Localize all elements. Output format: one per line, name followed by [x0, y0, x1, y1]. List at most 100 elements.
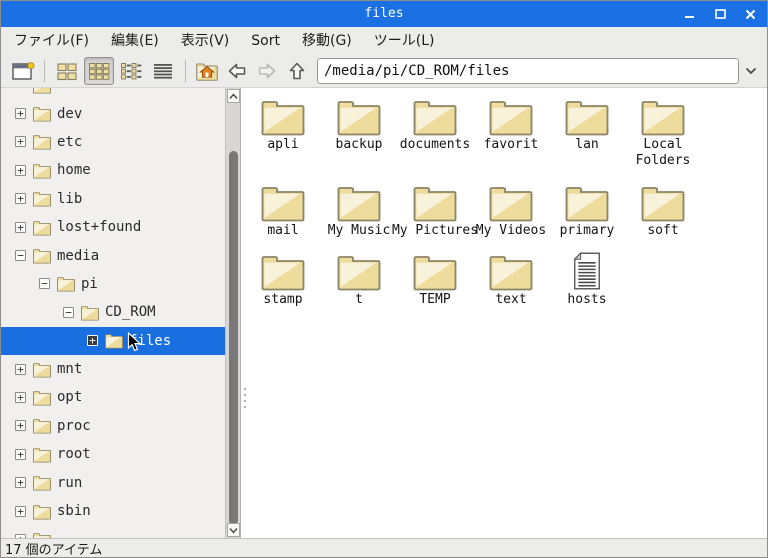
folder-icon	[335, 96, 383, 136]
tree-expander-icon[interactable]: +	[15, 420, 26, 432]
tree-expander-icon[interactable]: +	[15, 505, 26, 517]
tree-expander-icon[interactable]: −	[39, 278, 50, 290]
file-item-text[interactable]: text	[473, 251, 549, 321]
folder-icon	[259, 251, 307, 291]
folder-icon	[487, 251, 535, 291]
up-button[interactable]	[283, 57, 311, 85]
menu-item-2[interactable]: 表示(V)	[170, 27, 241, 55]
folder-icon	[32, 247, 52, 264]
tree-item-label: pi	[81, 275, 98, 292]
close-button[interactable]	[739, 5, 761, 23]
folder-icon	[32, 503, 52, 520]
tree-expander-icon[interactable]: +	[15, 164, 26, 176]
folder-icon	[56, 275, 76, 292]
maximize-button[interactable]	[709, 5, 731, 23]
tree-item-root[interactable]: + root	[1, 440, 225, 468]
scrollbar-thumb[interactable]	[229, 151, 238, 525]
minimize-button[interactable]	[679, 5, 701, 23]
menu-item-0[interactable]: ファイル(F)	[3, 27, 100, 55]
file-item-mail[interactable]: mail	[245, 182, 321, 251]
tree-item-etc[interactable]: + etc	[1, 128, 225, 156]
compact-view-button[interactable]	[116, 57, 146, 85]
tree-expander-icon[interactable]: +	[15, 108, 26, 120]
small-icon-view-button[interactable]	[84, 57, 114, 85]
file-item-TEMP[interactable]: TEMP	[397, 251, 473, 321]
tree-item-dev[interactable]: + dev	[1, 99, 225, 127]
folder-icon	[80, 304, 100, 321]
file-item-My-Music[interactable]: My Music	[321, 182, 397, 251]
menu-item-4[interactable]: 移動(G)	[291, 27, 363, 55]
app-window: files ファイル(F) 編集(E) 表示(V) Sort 移動(G) ツール(L)	[0, 0, 768, 558]
tree-expander-icon[interactable]: +	[15, 533, 26, 538]
tree-expander-icon[interactable]: +	[15, 363, 26, 375]
menu-item-1[interactable]: 編集(E)	[100, 27, 170, 55]
tree-expander-icon[interactable]: +	[15, 448, 26, 460]
menu-bar: ファイル(F) 編集(E) 表示(V) Sort 移動(G) ツール(L)	[1, 27, 767, 55]
file-item-hosts[interactable]: hosts	[549, 251, 625, 321]
tree-expander-icon[interactable]: +	[15, 391, 26, 403]
tree-item[interactable]: +	[1, 525, 225, 538]
folder-icon	[411, 251, 459, 291]
tree-item-sbin[interactable]: + sbin	[1, 497, 225, 525]
tree-expander-icon[interactable]: +	[15, 193, 26, 205]
menu-item-3[interactable]: Sort	[240, 27, 291, 55]
tree-expander-icon[interactable]: +	[15, 221, 26, 233]
tree-expander-icon[interactable]: +	[15, 477, 26, 489]
tree-expander-icon[interactable]: +	[15, 136, 26, 148]
menu-item-5[interactable]: ツール(L)	[363, 27, 446, 55]
file-item-lan[interactable]: lan	[549, 96, 625, 182]
file-item-label: backup	[335, 137, 383, 152]
file-item-soft[interactable]: soft	[625, 182, 701, 251]
tree-item-media[interactable]: − media	[1, 241, 225, 269]
folder-icon	[32, 531, 52, 538]
tree-item-pi[interactable]: − pi	[1, 270, 225, 298]
scroll-up-button[interactable]	[227, 89, 240, 103]
new-window-button[interactable]	[9, 57, 37, 85]
folder-icon	[32, 88, 52, 94]
tree-expander-icon[interactable]: −	[63, 306, 74, 318]
pane-splitter[interactable]	[244, 388, 247, 408]
file-item-My-Pictures[interactable]: My Pictures	[392, 182, 478, 251]
forward-button[interactable]	[253, 57, 281, 85]
folder-icon	[639, 182, 687, 222]
folder-icon	[32, 219, 52, 236]
file-item-label: primary	[559, 223, 615, 238]
sidebar-scrollbar[interactable]	[225, 88, 240, 538]
tree-expander-icon[interactable]: −	[15, 250, 26, 262]
file-item-primary[interactable]: primary	[549, 182, 625, 251]
tree-item-lost+found[interactable]: + lost+found	[1, 213, 225, 241]
file-icon-view[interactable]: apli backup documents favorit lan Local Folder…	[241, 88, 767, 538]
tree-expander-icon[interactable]: +	[87, 335, 98, 347]
back-button[interactable]	[223, 57, 251, 85]
file-item-backup[interactable]: backup	[321, 96, 397, 182]
tree-item-CD_ROM[interactable]: − CD_ROM	[1, 298, 225, 326]
tree-item-lib[interactable]: + lib	[1, 185, 225, 213]
file-item-documents[interactable]: documents	[397, 96, 473, 182]
file-item-favorit[interactable]: favorit	[473, 96, 549, 182]
tree-item[interactable]	[1, 88, 225, 99]
file-item-apli[interactable]: apli	[245, 96, 321, 182]
tree-item-home[interactable]: + home	[1, 156, 225, 184]
tree-item-proc[interactable]: + proc	[1, 412, 225, 440]
file-item-My-Videos[interactable]: My Videos	[473, 182, 549, 251]
tree-item-mnt[interactable]: + mnt	[1, 355, 225, 383]
status-bar: 17 個のアイテム	[1, 538, 767, 558]
home-button[interactable]	[193, 57, 221, 85]
path-input[interactable]	[317, 58, 739, 84]
file-item-stamp[interactable]: stamp	[245, 251, 321, 321]
icon-view-button[interactable]	[52, 57, 82, 85]
folder-icon	[411, 96, 459, 136]
scroll-down-button[interactable]	[227, 523, 240, 537]
file-item-label: favorit	[483, 137, 539, 152]
file-item-label: stamp	[263, 292, 303, 307]
file-item-label: TEMP	[419, 292, 451, 307]
detailed-list-view-button[interactable]	[148, 57, 178, 85]
path-dropdown-button[interactable]	[741, 58, 761, 84]
tree-item-opt[interactable]: + opt	[1, 383, 225, 411]
tree-item-label: lost+found	[57, 219, 142, 236]
tree-item-run[interactable]: + run	[1, 468, 225, 496]
compact-view-icon	[121, 63, 142, 80]
file-item-t[interactable]: t	[321, 251, 397, 321]
tree-item-files[interactable]: + files	[1, 326, 225, 355]
file-item-Local-Folders[interactable]: Local Folders	[625, 96, 701, 182]
